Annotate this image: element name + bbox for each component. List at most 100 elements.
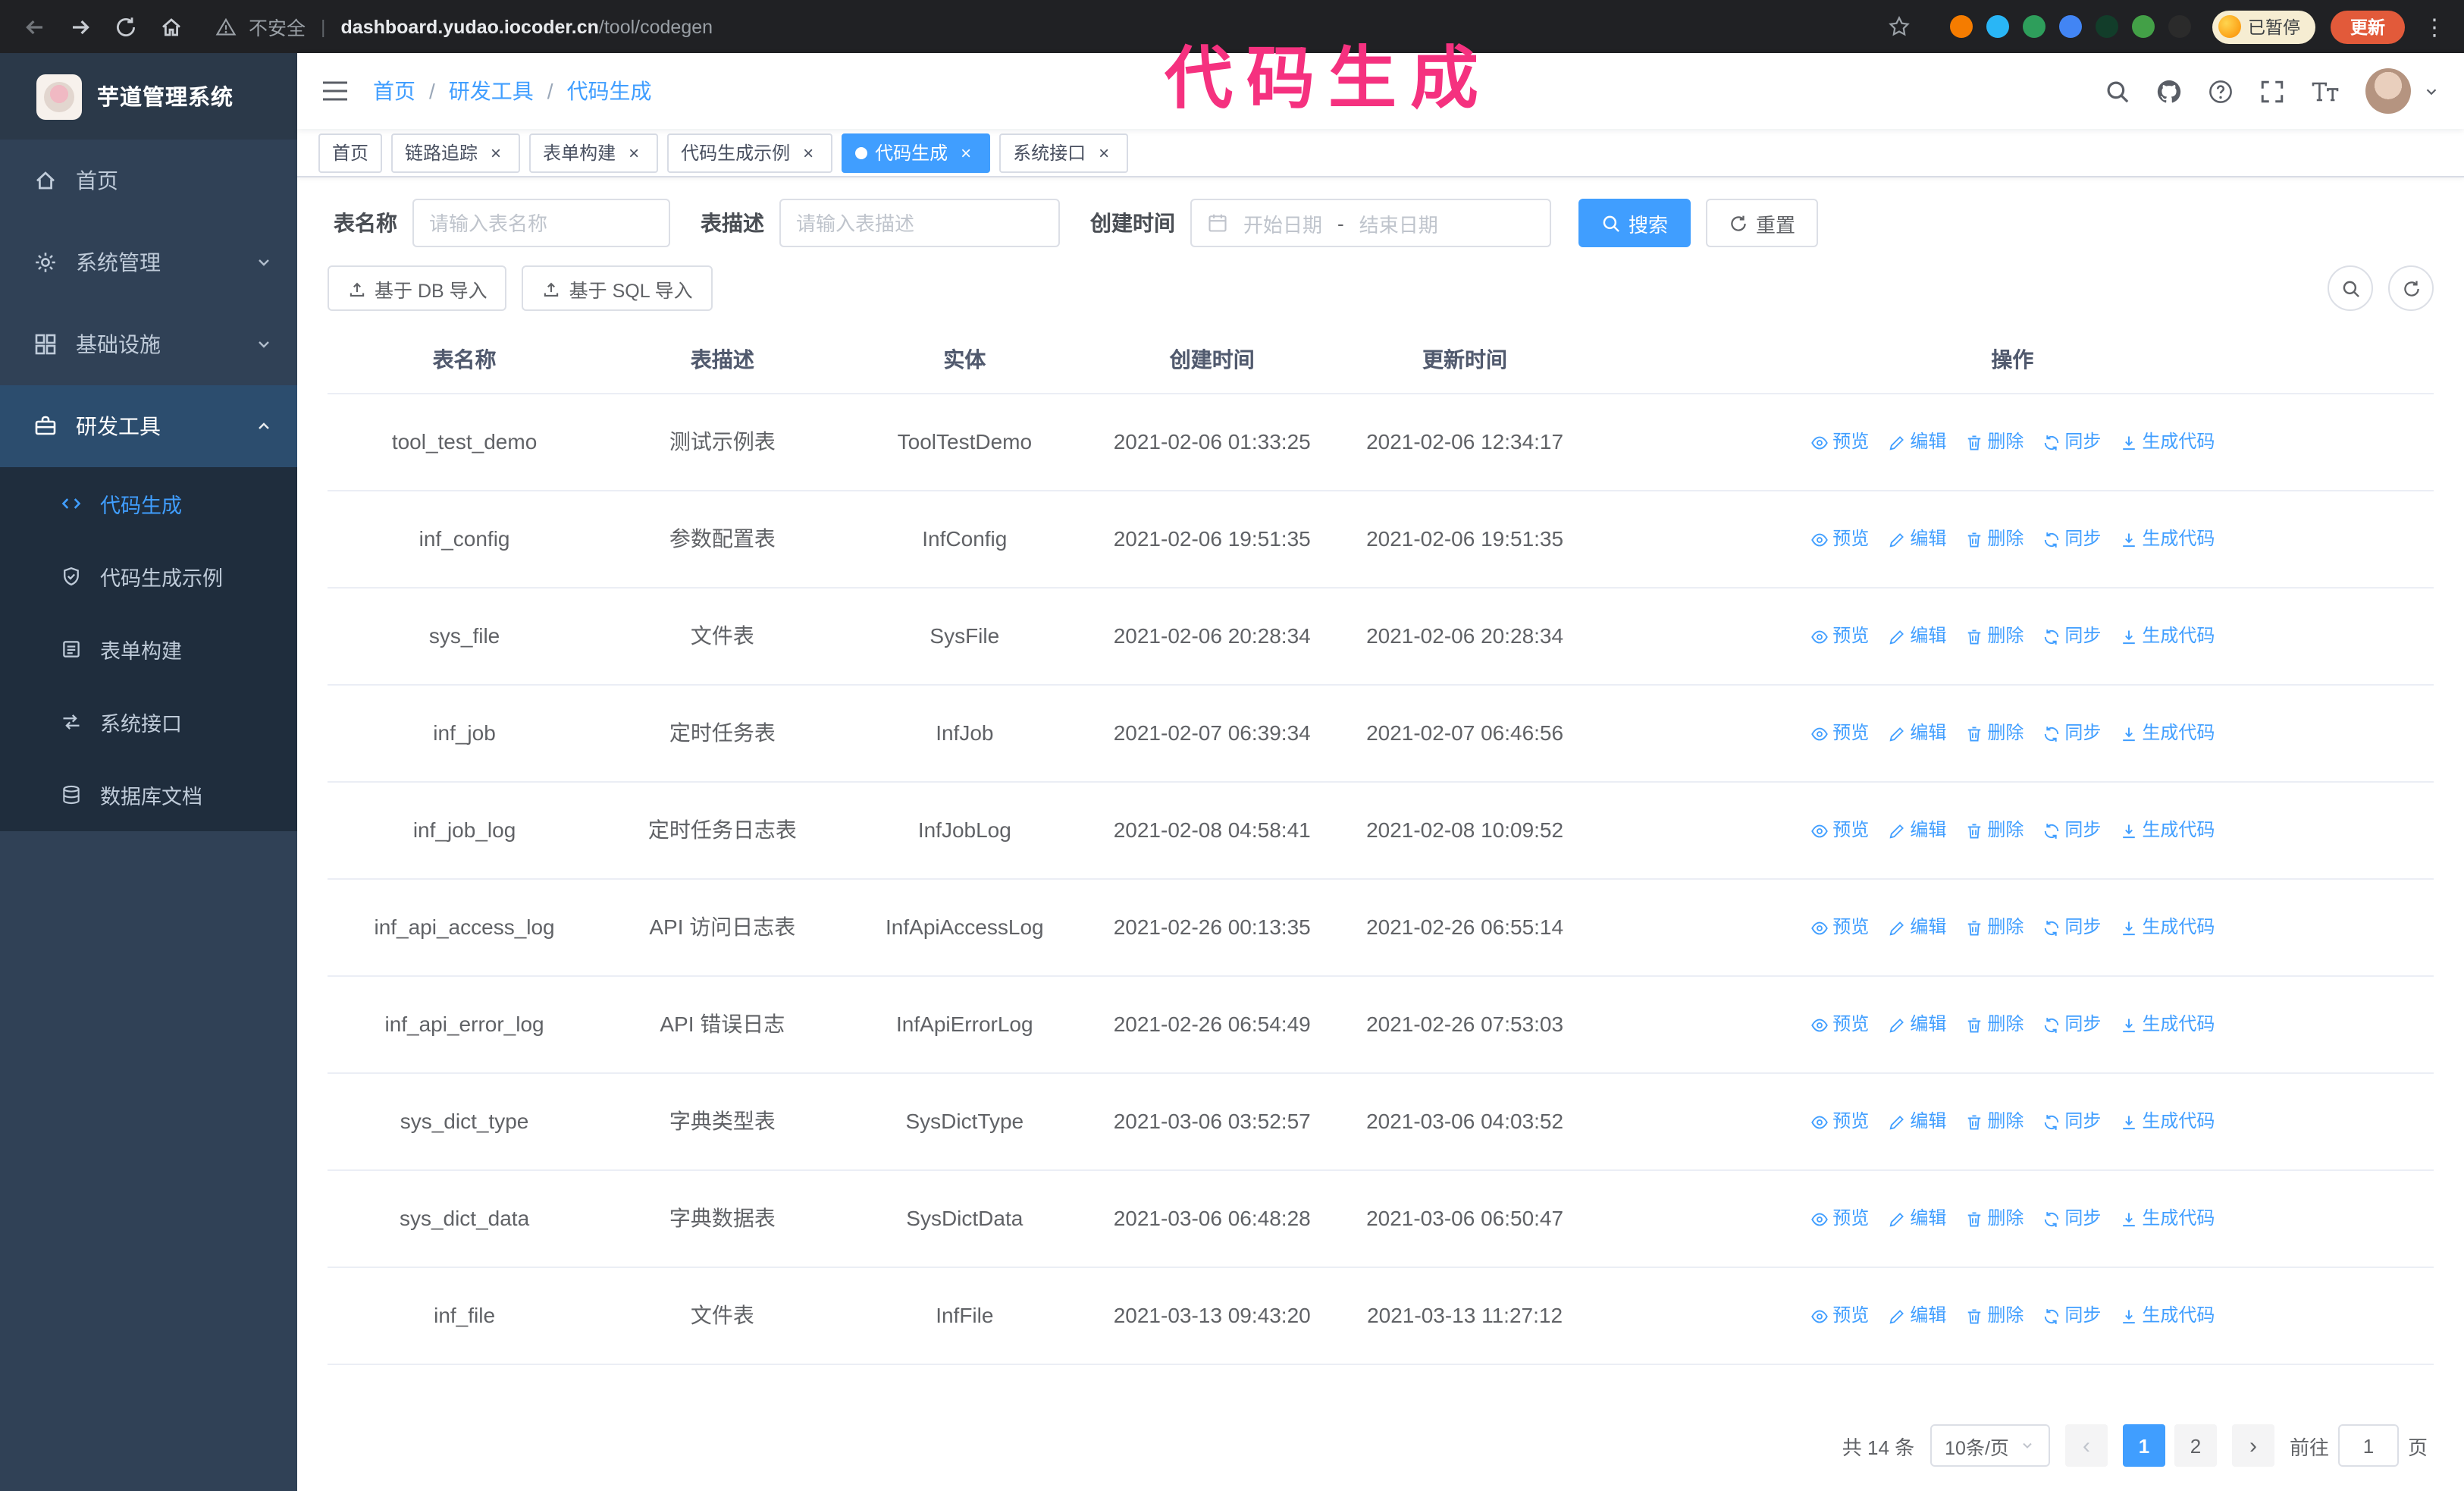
tab-item[interactable]: 代码生成 × bbox=[842, 133, 991, 172]
action-edit[interactable]: 编辑 bbox=[1887, 1107, 1946, 1135]
sidebar-item-infra[interactable]: 基础设施 bbox=[0, 303, 297, 385]
action-sync[interactable]: 同步 bbox=[2042, 1010, 2101, 1038]
page-button[interactable]: 2 bbox=[2174, 1424, 2217, 1467]
tab-item[interactable]: 链路追踪 × bbox=[391, 133, 521, 172]
tab-item[interactable]: 表单构建 × bbox=[529, 133, 659, 172]
avatar[interactable] bbox=[2365, 68, 2411, 114]
action-edit[interactable]: 编辑 bbox=[1887, 1301, 1946, 1329]
goto-page-input[interactable] bbox=[2337, 1424, 2399, 1467]
action-edit[interactable]: 编辑 bbox=[1887, 913, 1946, 941]
font-size-icon[interactable] bbox=[2311, 78, 2340, 104]
sidebar-subitem-db-doc[interactable]: 数据库文档 bbox=[0, 758, 297, 831]
table-desc-input[interactable] bbox=[779, 199, 1060, 247]
sidebar-item-home[interactable]: 首页 bbox=[0, 140, 297, 221]
action-generate-code[interactable]: 生成代码 bbox=[2119, 719, 2215, 747]
action-preview[interactable]: 预览 bbox=[1810, 816, 1869, 844]
reload-icon[interactable] bbox=[106, 7, 146, 46]
fullscreen-icon[interactable] bbox=[2259, 78, 2285, 104]
action-sync[interactable]: 同步 bbox=[2042, 1301, 2101, 1329]
back-icon[interactable] bbox=[15, 7, 55, 46]
action-preview[interactable]: 预览 bbox=[1810, 1204, 1869, 1232]
close-icon[interactable]: × bbox=[623, 142, 644, 163]
action-generate-code[interactable]: 生成代码 bbox=[2119, 1010, 2215, 1038]
extension-icon[interactable] bbox=[2131, 15, 2154, 38]
page-button[interactable]: 1 bbox=[2122, 1424, 2165, 1467]
search-icon[interactable] bbox=[2105, 78, 2130, 104]
sidebar-item-system[interactable]: 系统管理 bbox=[0, 221, 297, 303]
close-icon[interactable]: × bbox=[955, 142, 977, 163]
action-generate-code[interactable]: 生成代码 bbox=[2119, 913, 2215, 941]
action-preview[interactable]: 预览 bbox=[1810, 525, 1869, 553]
action-preview[interactable]: 预览 bbox=[1810, 622, 1869, 650]
action-edit[interactable]: 编辑 bbox=[1887, 622, 1946, 650]
refresh-table-button[interactable] bbox=[2388, 265, 2434, 311]
update-button[interactable]: 更新 bbox=[2331, 10, 2405, 43]
action-preview[interactable]: 预览 bbox=[1810, 1107, 1869, 1135]
date-range-picker[interactable]: 开始日期 - 结束日期 bbox=[1190, 199, 1551, 247]
action-sync[interactable]: 同步 bbox=[2042, 1204, 2101, 1232]
breadcrumb-item[interactable]: 代码生成 bbox=[567, 76, 652, 106]
action-preview[interactable]: 预览 bbox=[1810, 1301, 1869, 1329]
sidebar-subitem-codegen-example[interactable]: 代码生成示例 bbox=[0, 540, 297, 613]
close-icon[interactable]: × bbox=[798, 142, 819, 163]
page-size-select[interactable]: 10条/页 bbox=[1930, 1424, 2050, 1467]
forward-icon[interactable] bbox=[61, 7, 100, 46]
extension-icon[interactable] bbox=[1949, 15, 1972, 38]
action-generate-code[interactable]: 生成代码 bbox=[2119, 428, 2215, 456]
action-delete[interactable]: 删除 bbox=[1964, 1301, 2024, 1329]
breadcrumb-item[interactable]: 研发工具 bbox=[449, 76, 534, 106]
action-sync[interactable]: 同步 bbox=[2042, 622, 2101, 650]
sidebar-subitem-api[interactable]: 系统接口 bbox=[0, 686, 297, 758]
close-icon[interactable]: × bbox=[1093, 142, 1114, 163]
action-preview[interactable]: 预览 bbox=[1810, 719, 1869, 747]
action-sync[interactable]: 同步 bbox=[2042, 913, 2101, 941]
action-preview[interactable]: 预览 bbox=[1810, 428, 1869, 456]
chevron-down-icon[interactable] bbox=[2423, 83, 2440, 99]
action-generate-code[interactable]: 生成代码 bbox=[2119, 1107, 2215, 1135]
action-sync[interactable]: 同步 bbox=[2042, 719, 2101, 747]
import-sql-button[interactable]: 基于 SQL 导入 bbox=[522, 265, 713, 311]
action-preview[interactable]: 预览 bbox=[1810, 1010, 1869, 1038]
reset-button[interactable]: 重置 bbox=[1706, 199, 1819, 247]
extension-icon[interactable] bbox=[2095, 15, 2118, 38]
action-delete[interactable]: 删除 bbox=[1964, 428, 2024, 456]
prev-page-button[interactable]: ‹ bbox=[2064, 1424, 2108, 1467]
action-delete[interactable]: 删除 bbox=[1964, 622, 2024, 650]
action-delete[interactable]: 删除 bbox=[1964, 913, 2024, 941]
action-generate-code[interactable]: 生成代码 bbox=[2119, 1301, 2215, 1329]
extension-icon[interactable] bbox=[1986, 15, 2008, 38]
tab-item[interactable]: 系统接口 × bbox=[999, 133, 1129, 172]
action-edit[interactable]: 编辑 bbox=[1887, 1204, 1946, 1232]
extension-icon[interactable] bbox=[2022, 15, 2045, 38]
import-db-button[interactable]: 基于 DB 导入 bbox=[328, 265, 507, 311]
address-bar[interactable]: 不安全 | dashboard.yudao.iocoder.cn/tool/co… bbox=[197, 5, 1928, 48]
action-edit[interactable]: 编辑 bbox=[1887, 525, 1946, 553]
sidebar-item-devtools[interactable]: 研发工具 bbox=[0, 385, 297, 467]
action-edit[interactable]: 编辑 bbox=[1887, 428, 1946, 456]
action-edit[interactable]: 编辑 bbox=[1887, 719, 1946, 747]
action-sync[interactable]: 同步 bbox=[2042, 525, 2101, 553]
action-sync[interactable]: 同步 bbox=[2042, 1107, 2101, 1135]
hamburger-icon[interactable] bbox=[321, 80, 349, 102]
action-delete[interactable]: 删除 bbox=[1964, 525, 2024, 553]
tab-item[interactable]: 代码生成示例 × bbox=[667, 133, 833, 172]
menu-dots-icon[interactable]: ⋮ bbox=[2423, 13, 2446, 40]
action-sync[interactable]: 同步 bbox=[2042, 428, 2101, 456]
toggle-search-button[interactable] bbox=[2328, 265, 2373, 311]
close-icon[interactable]: × bbox=[485, 142, 506, 163]
action-generate-code[interactable]: 生成代码 bbox=[2119, 816, 2215, 844]
bookmark-star-icon[interactable] bbox=[1887, 15, 1910, 38]
github-icon[interactable] bbox=[2156, 78, 2182, 104]
table-name-input[interactable] bbox=[412, 199, 670, 247]
action-edit[interactable]: 编辑 bbox=[1887, 1010, 1946, 1038]
search-button[interactable]: 搜索 bbox=[1578, 199, 1691, 247]
help-icon[interactable] bbox=[2208, 78, 2234, 104]
extension-icon[interactable] bbox=[2058, 15, 2081, 38]
sidebar-subitem-codegen[interactable]: 代码生成 bbox=[0, 467, 297, 540]
action-sync[interactable]: 同步 bbox=[2042, 816, 2101, 844]
extension-icon[interactable] bbox=[2168, 15, 2190, 38]
sidebar-subitem-form-builder[interactable]: 表单构建 bbox=[0, 613, 297, 686]
app-logo[interactable]: 芋道管理系统 bbox=[0, 53, 297, 140]
action-generate-code[interactable]: 生成代码 bbox=[2119, 622, 2215, 650]
action-generate-code[interactable]: 生成代码 bbox=[2119, 1204, 2215, 1232]
